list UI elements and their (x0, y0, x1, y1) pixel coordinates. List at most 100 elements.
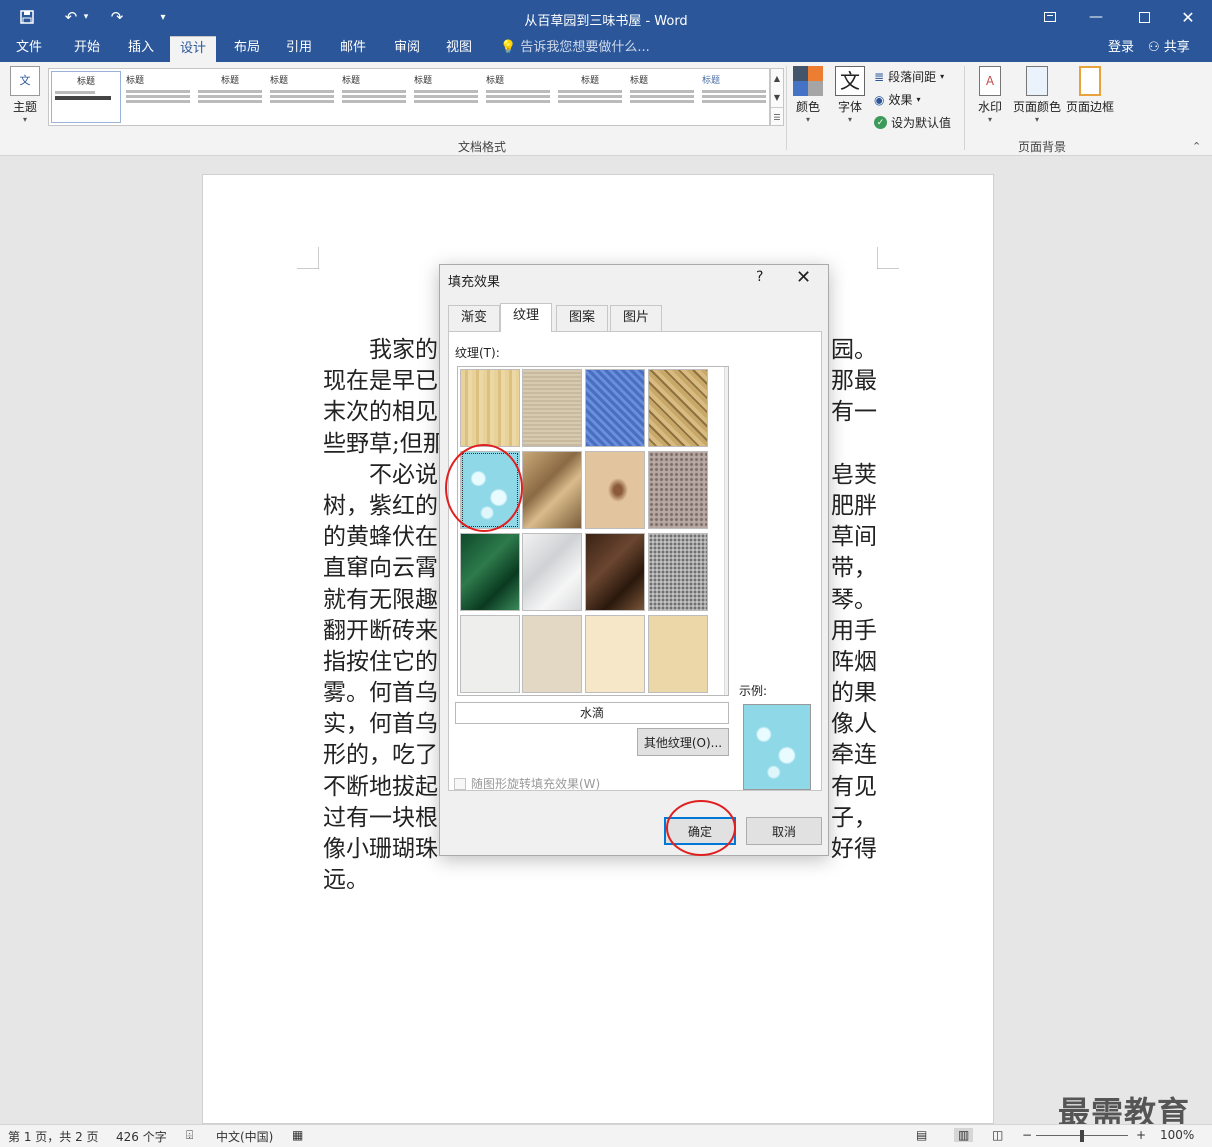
ribbon-separator (964, 66, 965, 150)
cancel-button[interactable]: 取消 (746, 817, 822, 845)
highlight-circle (445, 444, 523, 532)
style-thumb[interactable]: 标题 (51, 71, 121, 123)
gallery-more-icon[interactable]: ☰ (771, 107, 783, 127)
style-thumb[interactable]: 标题 (195, 71, 265, 123)
ribbon-display-options-icon[interactable] (1030, 4, 1070, 30)
texture-swatch-granite[interactable] (648, 451, 708, 529)
paragraph-spacing-button[interactable]: ≣ 段落间距 ▾ (874, 68, 944, 85)
tab-mailings[interactable]: 邮件 (330, 36, 376, 62)
zoom-in-icon[interactable]: + (1136, 1128, 1146, 1142)
text-line-start: 不断地拔起 (323, 773, 438, 800)
tab-view[interactable]: 视图 (436, 36, 482, 62)
page-borders-button[interactable]: 页面边框 (1064, 66, 1116, 115)
close-icon[interactable]: ✕ (796, 267, 811, 288)
texture-grid[interactable]: ▲ ▼ (457, 366, 729, 696)
tab-picture[interactable]: 图片 (610, 305, 663, 331)
style-thumb[interactable]: 标题 (483, 71, 553, 123)
texture-swatch-brown-bag[interactable] (522, 451, 582, 529)
language[interactable]: 中文(中国) (216, 1128, 273, 1145)
maximize-icon[interactable] (1124, 4, 1164, 30)
texture-swatch-stationery[interactable] (585, 615, 645, 693)
text-line-start: 末次的相见 (323, 399, 438, 426)
print-layout-icon[interactable]: ▥ (954, 1128, 974, 1142)
scrollbar-thumb[interactable] (728, 385, 729, 403)
tab-insert[interactable]: 插入 (118, 36, 164, 62)
texture-swatch-woven[interactable] (648, 369, 708, 447)
help-icon[interactable]: ? (756, 269, 763, 285)
set-default-button[interactable]: ✓ 设为默认值 (874, 114, 951, 131)
login-link[interactable]: 登录 (1108, 36, 1134, 60)
colors-button[interactable]: 颜色 ▾ (790, 66, 826, 124)
scroll-up-icon[interactable]: ▲ (728, 369, 729, 378)
tab-design[interactable]: 设计 (170, 36, 217, 62)
texture-swatch-canvas[interactable] (522, 369, 582, 447)
tab-gradient[interactable]: 渐变 (448, 305, 501, 331)
gallery-down-icon[interactable]: ▼ (771, 88, 783, 107)
proofing-icon[interactable]: ⌹ (186, 1128, 193, 1143)
paragraph-spacing-icon: ≣ (874, 69, 885, 84)
text-line-start: 的黄蜂伏在 (323, 524, 438, 551)
tab-layout[interactable]: 布局 (224, 36, 270, 62)
style-thumb[interactable]: 标题 (699, 71, 769, 123)
texture-swatch-papyrus[interactable] (460, 369, 520, 447)
fonts-button[interactable]: 文 字体 ▾ (832, 66, 868, 124)
texture-name: 水滴 (455, 702, 729, 724)
text-line-start: 形的，吃了 (323, 742, 438, 769)
texture-swatch-parchment[interactable] (522, 615, 582, 693)
text-line-end: 牵连 (831, 742, 877, 769)
share-button[interactable]: ⚇ 共享 (1148, 36, 1190, 60)
texture-swatch-green-marble[interactable] (460, 533, 520, 611)
tab-file[interactable]: 文件 (6, 36, 52, 62)
zoom-slider-thumb[interactable] (1080, 1130, 1084, 1142)
texture-scrollbar[interactable]: ▲ ▼ (724, 367, 729, 695)
page-borders-label: 页面边框 (1065, 100, 1114, 114)
effects-button[interactable]: ◉ 效果 ▾ (874, 91, 921, 108)
texture-swatch-brown-marble[interactable] (585, 533, 645, 611)
style-set-gallery[interactable]: 标题 标题 标题 标题 标题 标题 标题 标题 标题 标题 (48, 68, 770, 126)
tell-me-box[interactable]: 💡 告诉我您想要做什么... (500, 36, 650, 60)
style-thumb[interactable]: 标题 (123, 71, 193, 123)
text-line-end: 带， (831, 555, 877, 582)
gallery-up-icon[interactable]: ▲ (771, 69, 783, 88)
tab-pattern[interactable]: 图案 (556, 305, 609, 331)
style-thumb[interactable]: 标题 (555, 71, 625, 123)
texture-label: 纹理(T): (455, 346, 500, 360)
page-color-button[interactable]: 页面颜色 ▾ (1012, 66, 1062, 124)
other-texture-button[interactable]: 其他纹理(O)... (637, 728, 729, 756)
tab-texture[interactable]: 纹理 (500, 303, 553, 332)
texture-swatch-recycled-paper[interactable] (460, 615, 520, 693)
themes-button[interactable]: 文 主题 ▾ (8, 66, 42, 124)
tab-home[interactable]: 开始 (64, 36, 110, 62)
texture-swatch-denim[interactable] (585, 369, 645, 447)
close-window-icon[interactable]: ✕ (1168, 4, 1208, 30)
colors-icon (793, 66, 823, 96)
web-layout-icon[interactable]: ◫ (992, 1128, 1003, 1142)
tab-review[interactable]: 审阅 (384, 36, 430, 62)
read-mode-icon[interactable]: ▤ (916, 1128, 927, 1142)
text-line-end: 用手 (831, 617, 877, 644)
style-thumb[interactable]: 标题 (339, 71, 409, 123)
style-thumb[interactable]: 标题 (267, 71, 337, 123)
watermark-button[interactable]: A 水印 ▾ (970, 66, 1010, 124)
minimize-icon[interactable]: — (1076, 4, 1116, 30)
checkbox-box[interactable] (454, 777, 466, 790)
zoom-out-icon[interactable]: − (1022, 1128, 1032, 1142)
texture-swatch-gray-granite[interactable] (648, 533, 708, 611)
macro-icon[interactable]: ▦ (292, 1128, 303, 1142)
word-count[interactable]: 426 个字 (116, 1128, 167, 1145)
gallery-scroll[interactable]: ▲ ▼ ☰ (770, 68, 784, 126)
tab-references[interactable]: 引用 (276, 36, 322, 62)
texture-swatch-white-marble[interactable] (522, 533, 582, 611)
texture-swatch-fish-fossil[interactable] (585, 451, 645, 529)
page-count[interactable]: 第 1 页，共 2 页 (8, 1128, 99, 1145)
zoom-level[interactable]: 100% (1160, 1128, 1194, 1142)
style-thumb[interactable]: 标题 (627, 71, 697, 123)
collapse-ribbon-icon[interactable]: ⌃ (1192, 140, 1201, 153)
style-thumb[interactable]: 标题 (411, 71, 481, 123)
scroll-down-icon[interactable]: ▼ (728, 683, 729, 692)
text-line-start: 就有无限趣 (323, 586, 438, 613)
page-borders-icon (1079, 66, 1101, 96)
rotate-with-shape-checkbox[interactable]: 随图形旋转填充效果(W) (454, 775, 600, 792)
person-icon: ⚇ (1148, 40, 1160, 55)
texture-swatch-sand[interactable] (648, 615, 708, 693)
